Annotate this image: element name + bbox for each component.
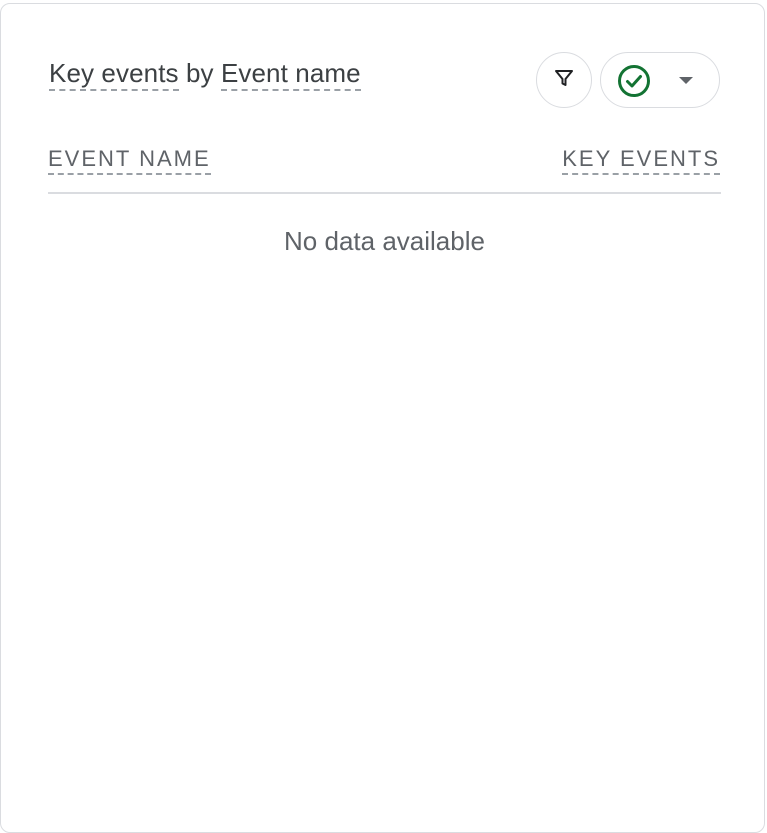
column-header-key-events[interactable]: KEY EVENTS bbox=[562, 146, 720, 175]
comparison-status-dropdown[interactable] bbox=[600, 52, 720, 108]
header-divider bbox=[48, 192, 721, 194]
check-circle-icon bbox=[617, 64, 651, 103]
dimension-label[interactable]: Event name bbox=[220, 58, 361, 91]
filter-button[interactable] bbox=[536, 52, 592, 108]
empty-state-message: No data available bbox=[284, 226, 485, 256]
caret-down-icon bbox=[677, 73, 695, 91]
title-connector: by bbox=[178, 58, 221, 88]
column-header-event-name[interactable]: EVENT NAME bbox=[48, 146, 211, 175]
metric-label[interactable]: Key events bbox=[49, 58, 179, 91]
card-title: Key events by Event name bbox=[49, 58, 361, 91]
key-events-card: Key events by Event name bbox=[0, 3, 765, 833]
filter-icon bbox=[554, 68, 574, 93]
